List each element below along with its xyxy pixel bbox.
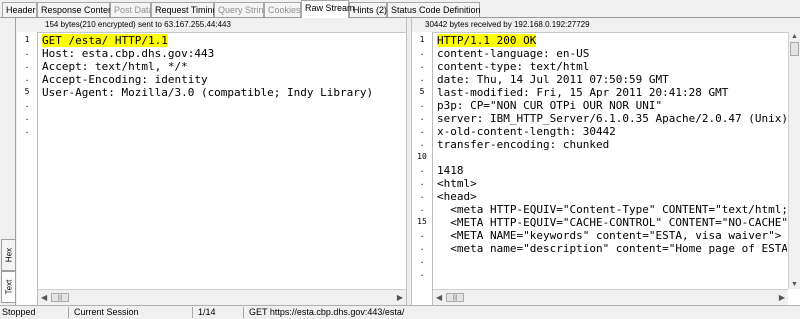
scrollbar-thumb[interactable] <box>790 42 799 56</box>
gutter-number: . <box>419 74 425 83</box>
response-body-line: <html> <box>437 177 477 190</box>
tab-query-string[interactable]: Query String <box>214 2 269 17</box>
selected-request-url: GET https://esta.cbp.dhs.gov:443/esta/ <box>249 307 405 317</box>
scroll-down-arrow-icon[interactable]: ▼ <box>791 281 798 288</box>
session-filter[interactable]: Current Session <box>74 306 139 318</box>
response-header-line: content-language: en-US <box>437 47 590 60</box>
response-body-line: <META HTTP-EQUIV="CACHE-CONTROL" CONTENT… <box>437 216 787 229</box>
gutter-number: . <box>419 191 425 200</box>
status-divider <box>192 307 193 318</box>
gutter-number: . <box>419 126 425 135</box>
scroll-left-arrow-icon[interactable]: ◀ <box>41 293 47 302</box>
response-vertical-scrollbar[interactable]: ▲ ▼ <box>788 32 800 289</box>
request-raw-text[interactable]: GET /esta/ HTTP/1.1 Host: esta.cbp.dhs.g… <box>42 32 404 289</box>
gutter-number: 10 <box>417 152 427 161</box>
response-header-line: p3p: CP="NON CUR OTPi OUR NOR UNI" <box>437 99 663 112</box>
request-panel-header: 154 bytes(210 encrypted) sent to 63.167.… <box>17 18 406 33</box>
request-horizontal-scrollbar[interactable]: ◀ ||| ▶ <box>38 289 406 305</box>
scroll-left-arrow-icon[interactable]: ◀ <box>436 293 442 302</box>
sidebar-tab-text[interactable]: Text <box>1 271 15 303</box>
gutter-number: 5 <box>419 87 425 96</box>
gutter-number: 5 <box>24 87 30 96</box>
response-status-highlight: HTTP/1.1 200 OK <box>437 34 537 47</box>
status-divider <box>243 307 244 318</box>
gutter-number: . <box>419 204 425 213</box>
response-header-line: transfer-encoding: chunked <box>437 138 610 151</box>
sidebar-tab-hex[interactable]: Hex <box>1 239 15 271</box>
scroll-right-arrow-icon[interactable]: ▶ <box>779 293 785 302</box>
response-header-line: content-type: text/html <box>437 60 590 73</box>
scrollbar-thumb[interactable]: ||| <box>446 293 464 302</box>
request-line-highlight: GET /esta/ HTTP/1.1 <box>42 34 168 47</box>
gutter-number: . <box>419 243 425 252</box>
sidebar-tab-text-label: Text <box>4 279 13 295</box>
scroll-up-arrow-icon[interactable]: ▲ <box>791 33 798 40</box>
response-header-line: server: IBM_HTTP_Server/6.1.0.35 Apache/… <box>437 112 787 125</box>
gutter-number: . <box>419 113 425 122</box>
session-counter: 1/14 <box>198 307 216 317</box>
response-panel: 30442 bytes received by 192.168.0.192:27… <box>412 18 800 305</box>
gutter-number: . <box>24 48 30 57</box>
tab-raw-stream[interactable]: Raw Stream <box>301 0 355 18</box>
gutter-number: . <box>419 48 425 57</box>
gutter-number: . <box>24 113 30 122</box>
gutter-number: 1 <box>419 35 425 44</box>
response-raw-text[interactable]: HTTP/1.1 200 OK content-language: en-US … <box>437 32 787 289</box>
gutter-number: . <box>419 139 425 148</box>
sidebar-tab-hex-label: Hex <box>4 247 13 263</box>
gutter-number: . <box>419 61 425 70</box>
request-bytes-summary: 154 bytes(210 encrypted) sent to 63.167.… <box>45 20 231 29</box>
tab-request-timing[interactable]: Request Timing <box>151 2 218 17</box>
status-bar: Stopped Current Session 1/14 GET https:/… <box>0 305 800 319</box>
gutter-number: . <box>419 269 425 278</box>
response-body-line: <meta HTTP-EQUIV="Content-Type" CONTENT=… <box>450 203 787 216</box>
response-horizontal-scrollbar[interactable]: ◀ ||| ▶ <box>433 289 788 305</box>
response-body-line: <meta name="description" content="Home p… <box>437 242 787 255</box>
gutter-number: . <box>419 230 425 239</box>
gutter-number: . <box>24 126 30 135</box>
gutter-number: 1 <box>24 35 30 44</box>
response-header-line: last-modified: Fri, 15 Apr 2011 20:41:28… <box>437 86 729 99</box>
tab-cookies[interactable]: Cookies <box>264 2 301 17</box>
scroll-right-arrow-icon[interactable]: ▶ <box>397 293 403 302</box>
tab-post-data[interactable]: Post Data <box>110 2 154 17</box>
request-panel: 154 bytes(210 encrypted) sent to 63.167.… <box>17 18 406 305</box>
gutter-number: 15 <box>417 217 427 226</box>
scrollbar-thumb[interactable]: ||| <box>51 293 69 302</box>
gutter-number: . <box>24 100 30 109</box>
gutter-number: . <box>419 178 425 187</box>
response-body-line: <head> <box>437 190 477 203</box>
response-status-line: HTTP/1.1 200 OK <box>437 34 537 47</box>
response-bytes-summary: 30442 bytes received by 192.168.0.192:27… <box>425 20 590 29</box>
tab-header[interactable]: Header <box>2 2 37 17</box>
gutter-number: . <box>24 61 30 70</box>
inspector-tab-strip: Header Response Content Post Data Reques… <box>0 0 800 18</box>
gutter-number: . <box>419 165 425 174</box>
response-body-line: 1418 <box>437 164 464 177</box>
status-divider <box>68 307 69 318</box>
gutter-number: . <box>24 74 30 83</box>
tab-hints[interactable]: Hints (2) <box>349 2 387 17</box>
request-header-line: Accept: text/html, */* <box>42 60 188 73</box>
view-mode-sidebar: Hex Text <box>0 18 16 305</box>
response-line-gutter: 1 . . . 5 . . . . 10 . . . . 15 . . . . <box>412 32 433 305</box>
gutter-number: . <box>419 256 425 265</box>
capture-state[interactable]: Stopped <box>2 306 36 318</box>
gutter-number: . <box>419 100 425 109</box>
response-body-line: <META NAME="keywords" content="ESTA, vis… <box>437 229 782 242</box>
tab-status-code-definition[interactable]: Status Code Definition <box>387 2 481 17</box>
response-header-line: date: Thu, 14 Jul 2011 07:50:59 GMT <box>437 73 669 86</box>
request-header-line: User-Agent: Mozilla/3.0 (compatible; Ind… <box>42 86 374 99</box>
tab-response-content[interactable]: Response Content <box>37 2 116 17</box>
request-header-line: Host: esta.cbp.dhs.gov:443 <box>42 47 215 60</box>
request-line: GET /esta/ HTTP/1.1 <box>42 34 168 47</box>
request-line-gutter: 1 . . . 5 . . . <box>17 32 38 305</box>
request-header-line: Accept-Encoding: identity <box>42 73 208 86</box>
response-panel-header: 30442 bytes received by 192.168.0.192:27… <box>412 18 800 33</box>
response-header-line: x-old-content-length: 30442 <box>437 125 616 138</box>
